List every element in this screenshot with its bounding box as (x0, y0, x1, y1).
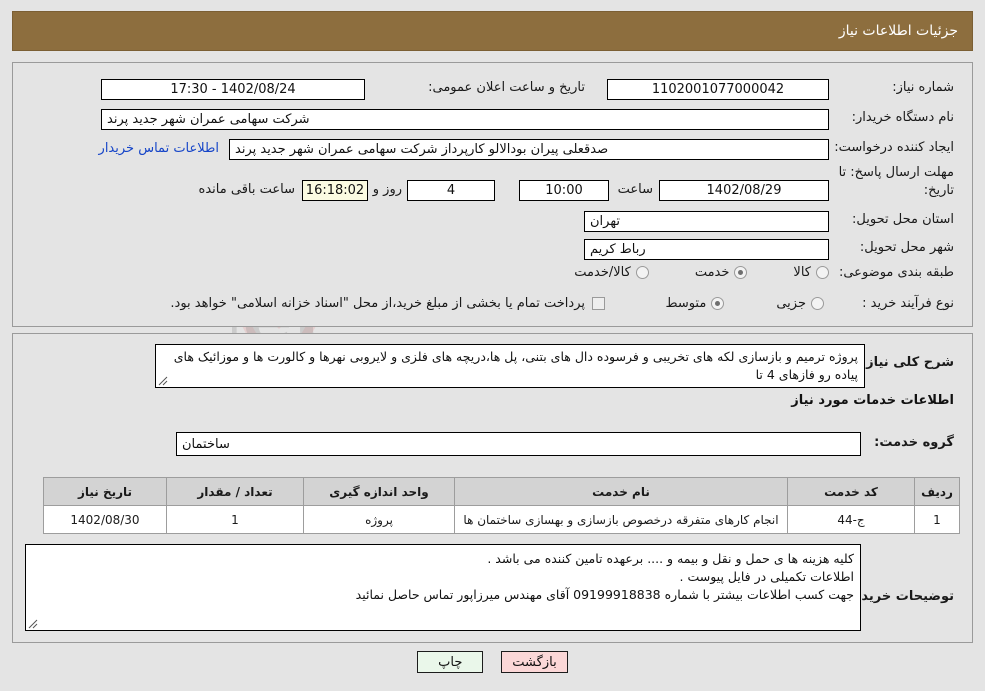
days-remaining-word: روز و (372, 182, 402, 197)
page-root: ArtaTender.net جزئیات اطلاعات نیاز شماره… (0, 0, 985, 691)
category-label: طبقه بندی موضوعی: (838, 265, 954, 280)
city-value: رباط کریم (584, 239, 829, 260)
announce-label-wrap: تاریخ و ساعت اعلان عمومی: (428, 80, 585, 96)
buyer-contact-link[interactable]: اطلاعات تماس خریدار (99, 141, 219, 156)
cell-index: 1 (914, 505, 960, 534)
footer-button-bar: بازگشت چاپ (0, 651, 985, 673)
buyer-org-value: شرکت سهامی عمران شهر جدید پرند (101, 109, 829, 130)
need-description-textarea[interactable]: پروژه ترمیم و بازسازی لکه های تخریبی و ف… (155, 344, 865, 388)
deadline-label: مهلت ارسال پاسخ: تا تاریخ: (838, 165, 954, 198)
services-section-heading: اطلاعات خدمات مورد نیاز (791, 393, 954, 408)
province-label: استان محل تحویل: (852, 212, 954, 227)
service-group-value[interactable]: ساختمان (176, 432, 861, 456)
deadline-hour-label: ساعت (617, 182, 653, 197)
services-table: ردیف کد خدمت نام خدمت واحد اندازه گیری ت… (43, 477, 960, 534)
radio-khedmat-icon[interactable] (734, 266, 748, 279)
page-header-bar: جزئیات اطلاعات نیاز (12, 11, 973, 51)
table-row: 1 ج-44 انجام کارهای متفرقه درخصوص بازساز… (43, 505, 960, 534)
cell-date: 1402/08/30 (43, 505, 167, 534)
category-option-kala-khedmat[interactable]: کالا/خدمت (574, 265, 649, 280)
buyer-notes-line-1: کلیه هزینه ها ی حمل و نقل و بیمه و .... … (487, 551, 854, 566)
announce-datetime-value: 1402/08/24 - 17:30 (101, 79, 365, 100)
buyer-org-label: نام دستگاه خریدار: (851, 110, 954, 125)
process-type-label: نوع فرآیند خرید : (862, 296, 954, 311)
treasury-bond-option[interactable]: پرداخت تمام یا بخشی از مبلغ خرید،از محل … (170, 296, 605, 311)
col-header-name: نام خدمت (454, 477, 788, 506)
category-row: طبقه بندی موضوعی: (839, 265, 954, 281)
city-label: شهر محل تحویل: (859, 240, 954, 255)
need-description-label: شرح کلی نیاز: (860, 355, 954, 370)
buyer-notes-textarea[interactable]: کلیه هزینه ها ی حمل و نقل و بیمه و .... … (25, 544, 861, 631)
print-button[interactable]: چاپ (417, 651, 484, 673)
process-option-motavaset[interactable]: متوسط (665, 296, 725, 311)
requester-row: ایجاد کننده درخواست: (834, 140, 954, 156)
need-number-row: شماره نیاز: (892, 80, 954, 96)
radio-kala-khedmat-icon[interactable] (635, 266, 649, 279)
process-option-jozii[interactable]: جزیی (776, 296, 824, 311)
col-header-unit: واحد اندازه گیری (303, 477, 455, 506)
deadline-date-value: 1402/08/29 (659, 180, 829, 201)
cell-unit: پروژه (303, 505, 455, 534)
time-remaining-value: 16:18:02 (302, 180, 368, 201)
days-remaining-value: 4 (407, 180, 495, 201)
need-description-value: پروژه ترمیم و بازسازی لکه های تخریبی و ف… (173, 349, 858, 383)
table-header-row: ردیف کد خدمت نام خدمت واحد اندازه گیری ت… (43, 477, 960, 506)
requester-value: صدقعلی پیران بودالالو کارپرداز شرکت سهام… (229, 139, 829, 160)
col-header-date: تاریخ نیاز (43, 477, 167, 506)
col-header-index: ردیف (914, 477, 960, 506)
cell-name: انجام کارهای متفرقه درخصوص بازسازی و بهس… (454, 505, 788, 534)
col-header-code: کد خدمت (787, 477, 915, 506)
category-option-kala-label: کالا (793, 265, 811, 280)
category-option-kala[interactable]: کالا (793, 265, 829, 280)
process-radio-group: جزیی متوسط (665, 296, 824, 311)
category-option-khedmat[interactable]: خدمت (695, 265, 748, 280)
buyer-notes-line-2: اطلاعات تکمیلی در فایل پیوست . (679, 569, 854, 585)
requester-label: ایجاد کننده درخواست: (834, 140, 954, 155)
province-value: تهران (584, 211, 829, 232)
category-option-kala-khedmat-label: کالا/خدمت (574, 265, 631, 280)
time-remaining-suffix: ساعت باقی مانده (198, 182, 295, 197)
category-radio-group: کالا خدمت کالا/خدمت (574, 265, 829, 280)
radio-motavaset-icon[interactable] (711, 297, 725, 310)
deadline-label-wrap: مهلت ارسال پاسخ: تا تاریخ: (834, 164, 954, 199)
radio-kala-icon[interactable] (816, 266, 829, 279)
treasury-bond-text: پرداخت تمام یا بخشی از مبلغ خرید،از محل … (170, 296, 585, 311)
province-row: استان محل تحویل: (852, 212, 954, 228)
need-number-label: شماره نیاز: (892, 80, 954, 95)
cell-code: ج-44 (787, 505, 915, 534)
need-number-value: 1102001077000042 (607, 79, 829, 100)
process-option-jozii-label: جزیی (776, 296, 806, 311)
back-button[interactable]: بازگشت (501, 651, 568, 673)
service-group-label: گروه خدمت: (874, 435, 954, 450)
resize-grip-icon[interactable] (28, 619, 38, 629)
process-option-motavaset-label: متوسط (665, 296, 707, 311)
process-row: نوع فرآیند خرید : (862, 296, 954, 312)
announce-datetime-label: تاریخ و ساعت اعلان عمومی: (428, 80, 585, 95)
page-title: جزئیات اطلاعات نیاز (838, 23, 958, 39)
buyer-notes-line-3: جهت کسب اطلاعات بیشتر با شماره 091999188… (355, 587, 854, 603)
resize-grip-icon[interactable] (158, 376, 168, 386)
city-row: شهر محل تحویل: (860, 240, 954, 256)
col-header-quantity: تعداد / مقدار (166, 477, 304, 506)
radio-jozii-icon[interactable] (811, 297, 824, 310)
treasury-bond-checkbox-icon[interactable] (592, 297, 605, 310)
buyer-org-row: نام دستگاه خریدار: (852, 110, 954, 126)
category-option-khedmat-label: خدمت (694, 265, 730, 280)
deadline-time-value: 10:00 (519, 180, 609, 201)
cell-quantity: 1 (166, 505, 304, 534)
